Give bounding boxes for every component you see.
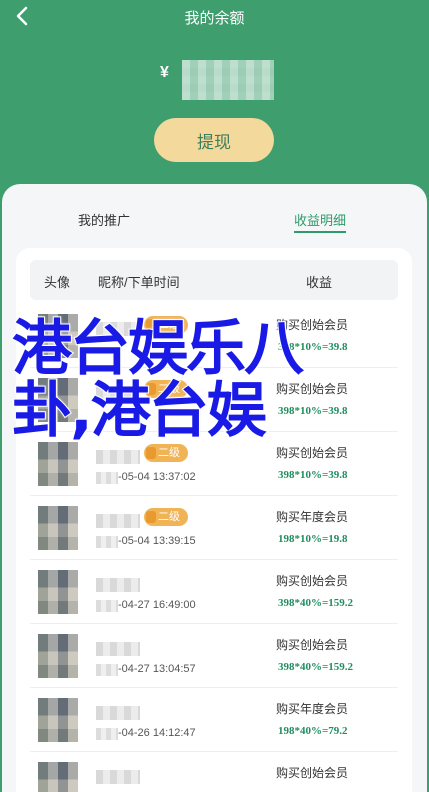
- table-row[interactable]: 二级 -05-04 13:39:15 购买年度会员 198*10%=19.8: [30, 496, 398, 560]
- avatar: [38, 698, 78, 742]
- earning-description: 购买年度会员: [276, 702, 349, 716]
- table-row[interactable]: 购买创始会员: [30, 752, 398, 792]
- column-header-nickname-time: 昵称/下单时间: [98, 275, 180, 290]
- earning-calculation: 198*10%=19.8: [278, 533, 348, 545]
- level-badge: 二级: [144, 508, 188, 526]
- avatar: [38, 442, 78, 486]
- order-time: -04-27 16:49:00: [118, 599, 196, 611]
- balance-amount: ¥: [160, 64, 169, 82]
- date-mosaic: [96, 536, 118, 548]
- withdraw-button[interactable]: 提现: [154, 118, 274, 162]
- nickname-mosaic: [96, 578, 140, 592]
- order-time: -05-04 13:39:15: [118, 535, 196, 547]
- nickname-mosaic: [96, 450, 140, 464]
- content-sheet: 我的推广 收益明细 头像 昵称/下单时间 收益 二级 购买创始会员 398*10…: [2, 184, 427, 792]
- balance-mosaic: [182, 60, 274, 100]
- level-badge: 二级: [144, 444, 188, 462]
- tab-my-promotion[interactable]: 我的推广: [78, 210, 130, 229]
- table-header: 头像 昵称/下单时间 收益: [30, 260, 398, 300]
- nickname-mosaic: [96, 770, 140, 784]
- order-time: -04-27 13:04:57: [118, 663, 196, 675]
- order-time: -04-26 14:12:47: [118, 727, 196, 739]
- tab-label: 收益明细: [294, 213, 347, 228]
- nickname-mosaic: [96, 642, 140, 656]
- avatar: [38, 762, 78, 792]
- order-time: -05-04 13:37:02: [118, 471, 196, 483]
- earning-description: 购买创始会员: [276, 446, 349, 460]
- date-mosaic: [96, 664, 118, 676]
- avatar: [38, 506, 78, 550]
- earning-calculation: 398*40%=159.2: [278, 597, 354, 609]
- nickname-mosaic: [96, 706, 140, 720]
- tab-earnings-detail[interactable]: 收益明细: [294, 210, 347, 233]
- table-row[interactable]: -04-27 13:04:57 购买创始会员 398*40%=159.2: [30, 624, 398, 688]
- active-tab-indicator: [294, 231, 347, 233]
- date-mosaic: [96, 600, 118, 612]
- earning-description: 购买创始会员: [276, 638, 349, 652]
- earning-description: 购买年度会员: [276, 510, 349, 524]
- column-header-avatar: 头像: [44, 275, 71, 290]
- date-mosaic: [96, 728, 118, 740]
- page-title: 我的余额: [184, 10, 245, 27]
- table-row[interactable]: -04-27 16:49:00 购买创始会员 398*40%=159.2: [30, 560, 398, 624]
- earning-description: 购买创始会员: [276, 574, 349, 588]
- tab-label: 我的推广: [78, 213, 131, 228]
- tab-bar: 我的推广 收益明细: [2, 210, 427, 240]
- earning-calculation: 398*40%=159.2: [278, 661, 354, 673]
- column-header-earnings: 收益: [306, 275, 333, 290]
- earning-description: 购买创始会员: [276, 766, 349, 780]
- overlay-line: 港台娱乐八: [11, 314, 305, 384]
- table-row[interactable]: -04-26 14:12:47 购买年度会员 198*40%=79.2: [30, 688, 398, 752]
- date-mosaic: [96, 472, 118, 484]
- nickname-mosaic: [96, 514, 140, 528]
- header-bar: 我的余额 ¥ 提现: [0, 0, 429, 200]
- watermark-overlay-text: 港台娱乐八 卦,港台娱: [11, 314, 412, 446]
- avatar: [38, 634, 78, 678]
- earning-calculation: 198*40%=79.2: [278, 725, 348, 737]
- avatar: [38, 570, 78, 614]
- currency-symbol: ¥: [160, 64, 169, 81]
- earning-calculation: 398*10%=39.8: [278, 469, 348, 481]
- overlay-line: 卦,港台娱: [11, 376, 268, 446]
